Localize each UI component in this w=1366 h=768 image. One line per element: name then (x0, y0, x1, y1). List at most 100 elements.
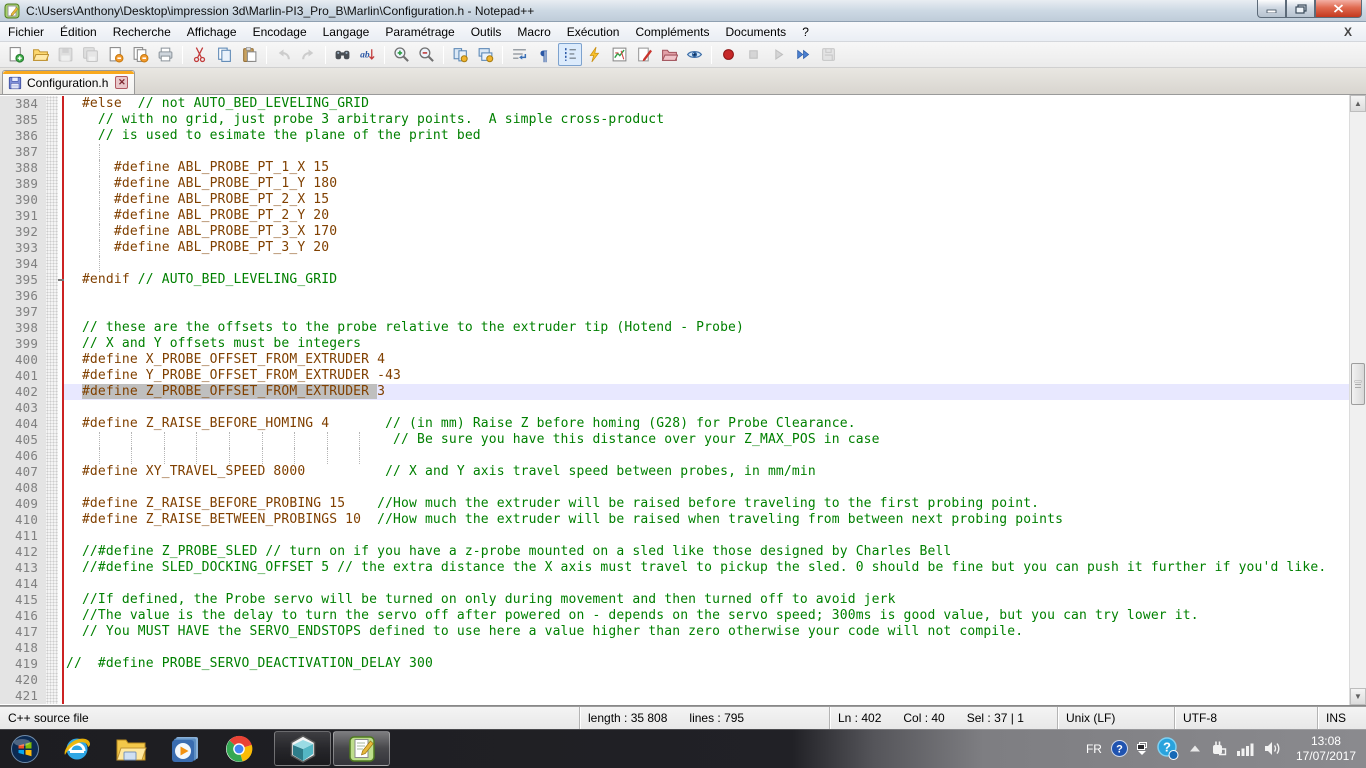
bookmark-margin[interactable] (46, 336, 58, 352)
save-icon[interactable] (54, 43, 78, 66)
taskbar-media-player[interactable] (158, 729, 212, 768)
line-number[interactable]: 404 (0, 416, 46, 432)
folder-monitor-icon[interactable] (658, 43, 682, 66)
code-line-417[interactable]: 417 // You MUST HAVE the SERVO_ENDSTOPS … (0, 624, 1349, 640)
macro-save-icon[interactable] (817, 43, 841, 66)
show-all-characters-icon[interactable]: ¶ (533, 43, 557, 66)
paste-icon[interactable] (238, 43, 262, 66)
tab-configuration-h[interactable]: Configuration.h ✕ (2, 70, 136, 94)
power-plug-tray-icon[interactable] (1210, 740, 1228, 758)
bookmark-margin[interactable] (46, 272, 58, 288)
network-signal-tray-icon[interactable] (1236, 742, 1255, 756)
line-number[interactable]: 392 (0, 224, 46, 240)
scrollbar-thumb[interactable] (1351, 363, 1365, 406)
find-icon[interactable] (331, 43, 355, 66)
bookmark-margin[interactable] (46, 576, 58, 592)
bookmark-margin[interactable] (46, 240, 58, 256)
edit-marker-icon[interactable] (633, 43, 657, 66)
code-line-411[interactable]: 411 (0, 528, 1349, 544)
save-all-icon[interactable] (79, 43, 103, 66)
volume-tray-icon[interactable] (1264, 741, 1281, 756)
bookmark-margin[interactable] (46, 592, 58, 608)
taskbar-3d-app[interactable] (274, 731, 331, 766)
code-line-385[interactable]: 385 // with no grid, just probe 3 arbitr… (0, 112, 1349, 128)
code-line-409[interactable]: 409 #define Z_RAISE_BEFORE_PROBING 15 //… (0, 496, 1349, 512)
bookmark-margin[interactable] (46, 656, 58, 672)
bookmark-margin[interactable] (46, 432, 58, 448)
bookmark-margin[interactable] (46, 112, 58, 128)
code-line-419[interactable]: 419 // #define PROBE_SERVO_DEACTIVATION_D… (0, 656, 1349, 672)
code-line-401[interactable]: 401 #define Y_PROBE_OFFSET_FROM_EXTRUDER… (0, 368, 1349, 384)
line-number[interactable]: 406 (0, 448, 46, 464)
bookmark-margin[interactable] (46, 528, 58, 544)
vertical-scrollbar[interactable]: ▲ ▼ (1349, 95, 1366, 705)
bookmark-margin[interactable] (46, 224, 58, 240)
bookmark-margin[interactable] (46, 464, 58, 480)
code-line-407[interactable]: 407 #define XY_TRAVEL_SPEED 8000 // X an… (0, 464, 1349, 480)
code-line-392[interactable]: 392 #define ABL_PROBE_PT_3_X 170 (0, 224, 1349, 240)
bookmark-margin[interactable] (46, 496, 58, 512)
menu-affichage[interactable]: Affichage (179, 23, 245, 41)
code-line-418[interactable]: 418 (0, 640, 1349, 656)
code-line-384[interactable]: 384 #else // not AUTO_BED_LEVELING_GRID (0, 96, 1349, 112)
line-number[interactable]: 389 (0, 176, 46, 192)
menu-compl-ments[interactable]: Compléments (627, 23, 717, 41)
close-file-icon[interactable] (104, 43, 128, 66)
clock[interactable]: 13:08 17/07/2017 (1296, 734, 1356, 764)
status-encoding[interactable]: UTF-8 (1174, 707, 1317, 729)
sync-horizontal-icon[interactable] (474, 43, 498, 66)
code-line-410[interactable]: 410 #define Z_RAISE_BETWEEN_PROBINGS 10 … (0, 512, 1349, 528)
line-number[interactable]: 402 (0, 384, 46, 400)
bookmark-margin[interactable] (46, 384, 58, 400)
code-line-420[interactable]: 420 (0, 672, 1349, 688)
undo-icon[interactable] (272, 43, 296, 66)
line-number[interactable]: 420 (0, 672, 46, 688)
line-number[interactable]: 403 (0, 400, 46, 416)
code-line-412[interactable]: 412 //#define Z_PROBE_SLED // turn on if… (0, 544, 1349, 560)
code-line-415[interactable]: 415 //If defined, the Probe servo will b… (0, 592, 1349, 608)
start-button[interactable] (0, 734, 50, 764)
bookmark-margin[interactable] (46, 544, 58, 560)
bookmark-margin[interactable] (46, 288, 58, 304)
word-wrap-icon[interactable] (508, 43, 532, 66)
code-line-398[interactable]: 398 // these are the offsets to the prob… (0, 320, 1349, 336)
line-number[interactable]: 415 (0, 592, 46, 608)
function-completion-icon[interactable] (583, 43, 607, 66)
show-hidden-icons-arrow[interactable] (1189, 745, 1201, 752)
code-line-404[interactable]: 404 #define Z_RAISE_BEFORE_HOMING 4 // (… (0, 416, 1349, 432)
bookmark-margin[interactable] (46, 512, 58, 528)
line-number[interactable]: 405 (0, 432, 46, 448)
code-line-408[interactable]: 408 (0, 480, 1349, 496)
code-line-386[interactable]: 386 // is used to esimate the plane of t… (0, 128, 1349, 144)
cut-icon[interactable] (188, 43, 212, 66)
support-bubble-tray-icon[interactable]: ? (1156, 736, 1180, 761)
menu-ex-cution[interactable]: Exécution (559, 23, 628, 41)
status-eol-format[interactable]: Unix (LF) (1057, 707, 1174, 729)
code-line-416[interactable]: 416 //The value is the delay to turn the… (0, 608, 1349, 624)
line-number[interactable]: 395 (0, 272, 46, 288)
copy-icon[interactable] (213, 43, 237, 66)
bookmark-margin[interactable] (46, 672, 58, 688)
new-file-icon[interactable] (4, 43, 28, 66)
code-line-400[interactable]: 400 #define X_PROBE_OFFSET_FROM_EXTRUDER… (0, 352, 1349, 368)
code-line-393[interactable]: 393 #define ABL_PROBE_PT_3_Y 20 (0, 240, 1349, 256)
menu-param-trage[interactable]: Paramétrage (377, 23, 462, 41)
line-number[interactable]: 411 (0, 528, 46, 544)
status-insert-mode[interactable]: INS (1317, 707, 1366, 729)
code-editor[interactable]: 384 #else // not AUTO_BED_LEVELING_GRID 3… (0, 95, 1366, 706)
line-number[interactable]: 421 (0, 688, 46, 704)
line-number[interactable]: 418 (0, 640, 46, 656)
code-line-389[interactable]: 389 #define ABL_PROBE_PT_1_Y 180 (0, 176, 1349, 192)
line-number[interactable]: 401 (0, 368, 46, 384)
line-number[interactable]: 409 (0, 496, 46, 512)
line-number[interactable]: 417 (0, 624, 46, 640)
bookmark-margin[interactable] (46, 608, 58, 624)
taskbar-windows-explorer[interactable] (104, 729, 158, 768)
help-tray-icon[interactable]: ? (1110, 740, 1128, 757)
macro-record-icon[interactable] (717, 43, 741, 66)
bookmark-margin[interactable] (46, 416, 58, 432)
line-number[interactable]: 387 (0, 144, 46, 160)
bookmark-margin[interactable] (46, 160, 58, 176)
minimize-button[interactable] (1257, 0, 1286, 18)
macro-run-multiple-icon[interactable] (792, 43, 816, 66)
